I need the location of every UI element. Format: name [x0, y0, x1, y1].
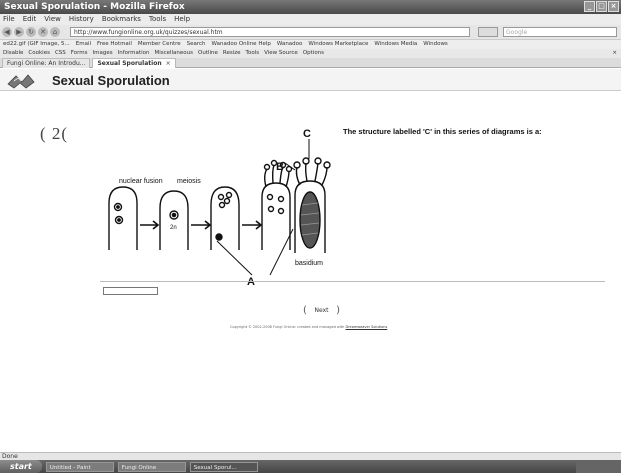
devbar-item[interactable]: View Source	[264, 49, 298, 58]
tab-fungi-online[interactable]: Fungi Online: An Introdu...	[2, 58, 91, 68]
taskbar-item[interactable]: Sexual Sporul...	[189, 461, 258, 472]
next-button[interactable]: Next	[303, 305, 340, 317]
devbar-item[interactable]: Cookies	[28, 49, 50, 58]
close-button[interactable]: ×	[608, 1, 619, 12]
menu-bookmarks[interactable]: Bookmarks	[102, 14, 141, 25]
window-title: Sexual Sporulation - Mozilla Firefox	[4, 2, 185, 12]
status-text: Done	[2, 453, 18, 460]
page-header: Sexual Sporulation	[0, 69, 621, 91]
close-tab-icon[interactable]: ×	[166, 60, 171, 67]
diagram-label-basidium: basidium	[295, 260, 323, 267]
bookmark-item[interactable]: Windows	[423, 40, 448, 49]
diagram-cell	[159, 190, 189, 250]
question-number: ( 2(	[40, 124, 69, 143]
menu-view[interactable]: View	[44, 14, 61, 25]
sporulation-diagram: nuclear fusion meiosis 2n A B C basidium	[108, 128, 331, 285]
back-icon[interactable]: ◀	[2, 27, 12, 37]
diagram-label-b: B	[276, 161, 284, 173]
web-developer-toolbar: Disable Cookies CSS Forms Images Informa…	[0, 49, 621, 58]
window-titlebar: Sexual Sporulation - Mozilla Firefox _ □…	[0, 0, 621, 14]
bookmark-item[interactable]: Member Centre	[138, 40, 181, 49]
diagram-label-nuclear-fusion: nuclear fusion	[119, 178, 163, 185]
taskbar-item[interactable]: Fungi Online	[117, 461, 186, 472]
diagram-label-c: C	[303, 128, 311, 140]
taskbar-item[interactable]: Untitled - Paint	[45, 461, 114, 472]
devbar-item[interactable]: Forms	[71, 49, 88, 58]
devbar-item[interactable]: Information	[118, 49, 150, 58]
diagram-label-2n: 2n	[170, 225, 177, 231]
bookmark-item[interactable]: Search	[187, 40, 206, 49]
system-tray	[576, 460, 621, 473]
question-text: The structure labelled 'C' in this serie…	[343, 127, 542, 136]
devbar-item[interactable]: Miscellaneous	[154, 49, 193, 58]
reload-icon[interactable]: ↻	[26, 27, 36, 37]
answer-field[interactable]	[103, 287, 158, 295]
forward-icon[interactable]: ▶	[14, 27, 24, 37]
search-input[interactable]: Google	[503, 27, 617, 37]
taskbar: start Untitled - Paint Fungi Online Sexu…	[0, 460, 621, 473]
devbar-item[interactable]: Resize	[223, 49, 241, 58]
menu-bar: File Edit View History Bookmarks Tools H…	[0, 14, 621, 25]
devbar-item[interactable]: CSS	[55, 49, 66, 58]
diagram-label-meiosis: meiosis	[177, 178, 201, 185]
bookmark-item[interactable]: Free Hotmail	[97, 40, 132, 49]
home-icon[interactable]: ⌂	[50, 27, 60, 37]
divider	[100, 281, 605, 282]
page-content: Sexual Sporulation ( 2(nuclear fusion m…	[0, 69, 621, 452]
devbar-item[interactable]: Disable	[3, 49, 23, 58]
devbar-item[interactable]: Outline	[198, 49, 218, 58]
tab-bar: Fungi Online: An Introdu... Sexual Sporu…	[0, 58, 621, 68]
bookmarks-toolbar: ed22.gif (GIF Image, 5... Email Free Hot…	[0, 40, 621, 49]
devbar-item[interactable]: Options	[303, 49, 324, 58]
page-title: Sexual Sporulation	[52, 73, 170, 88]
bookmark-item[interactable]: Email	[76, 40, 91, 49]
copyright-notice: Copyright © 2002-2008 Fungi Online: crea…	[230, 325, 387, 329]
start-button[interactable]: start	[0, 460, 42, 473]
navigation-toolbar: ◀ ▶ ↻ ✕ ⌂ http://www.fungionline.org.uk/…	[0, 25, 621, 40]
go-button[interactable]	[478, 27, 498, 37]
copyright-link[interactable]: Dreamweaver Solutions	[345, 325, 387, 329]
url-bar[interactable]: http://www.fungionline.org.uk/quizzes/se…	[70, 27, 470, 37]
minimize-button[interactable]: _	[584, 1, 595, 12]
diagram-cell	[261, 182, 291, 250]
status-bar: Done	[0, 452, 621, 460]
maximize-button[interactable]: □	[596, 1, 607, 12]
menu-edit[interactable]: Edit	[23, 14, 37, 25]
bookmark-item[interactable]: Wanadoo	[277, 40, 303, 49]
copyright-text: Copyright © 2002-2008 Fungi Online: crea…	[230, 325, 345, 329]
devbar-item[interactable]: Tools	[246, 49, 260, 58]
bookmark-item[interactable]: Windows Marketplace	[308, 40, 368, 49]
tab-label: Sexual Sporulation	[97, 60, 162, 67]
tab-sexual-sporulation[interactable]: Sexual Sporulation ×	[92, 58, 176, 68]
menu-file[interactable]: File	[3, 14, 15, 25]
menu-history[interactable]: History	[69, 14, 94, 25]
diagram-cell	[108, 186, 138, 250]
bookmark-item[interactable]: ed22.gif (GIF Image, 5...	[3, 40, 70, 49]
stop-icon[interactable]: ✕	[38, 27, 48, 37]
bookmark-item[interactable]: Wanadoo Online Help	[212, 40, 271, 49]
diagram-cell	[210, 186, 240, 250]
bookmark-item[interactable]: Windows Media	[374, 40, 417, 49]
devbar-item[interactable]: Images	[93, 49, 113, 58]
close-toolbar-icon[interactable]: ×	[612, 49, 617, 58]
tab-label: Fungi Online: An Introdu...	[7, 60, 86, 67]
menu-tools[interactable]: Tools	[149, 14, 166, 25]
menu-help[interactable]: Help	[174, 14, 190, 25]
site-logo-icon	[7, 74, 35, 89]
